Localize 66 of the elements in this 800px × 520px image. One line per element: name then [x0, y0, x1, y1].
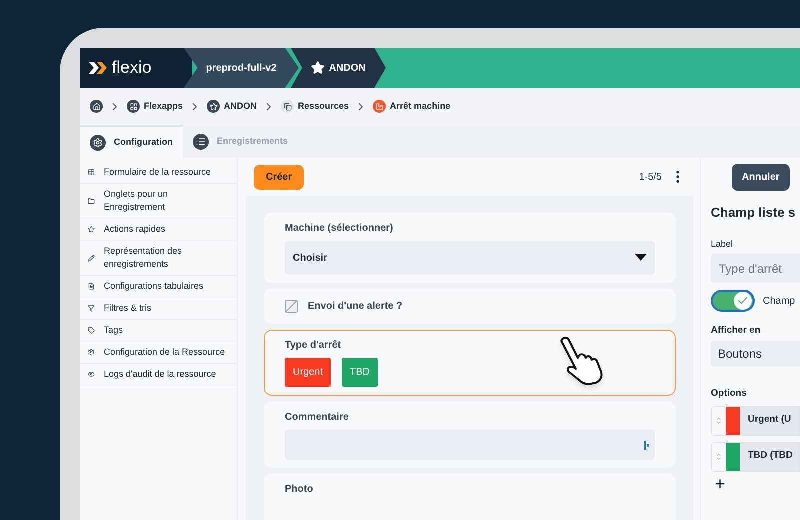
home-button[interactable] [90, 100, 103, 113]
option-button[interactable]: Urgent [285, 358, 332, 387]
text-field[interactable] [285, 430, 655, 460]
breadcrumb-link[interactable]: Flexapps [127, 100, 184, 114]
form-card[interactable]: Commentaire [264, 402, 676, 468]
resize-icon [644, 440, 649, 450]
pencil-icon [88, 254, 95, 262]
sidebar-item[interactable]: Configuration de la Ressource [80, 342, 237, 364]
copy-icon [284, 102, 292, 110]
tab[interactable]: Configuration [80, 125, 183, 158]
list-icon [196, 136, 206, 146]
option-row[interactable]: Urgent (U [711, 406, 800, 436]
breadcrumb-link[interactable]: Ressources [281, 100, 350, 114]
sidebar-item[interactable]: Tags [80, 320, 237, 342]
drag-handle-icon [715, 416, 723, 426]
factory-icon [376, 102, 384, 110]
filter-icon [88, 305, 95, 312]
display-select[interactable]: Boutons [711, 341, 800, 368]
breadcrumb-link[interactable]: Arrêt machine [373, 100, 451, 114]
field-label: Type d'arrêt [285, 339, 342, 353]
breadcrumb-link[interactable]: ANDON [207, 100, 258, 114]
panel-title: Champ liste s [711, 204, 797, 222]
toggle-label: Champ [763, 294, 796, 308]
form-card[interactable]: Machine (sélectionner) Choisir [264, 213, 676, 283]
folder-icon [88, 198, 95, 204]
field-label: Photo [285, 483, 314, 497]
sidebar-item[interactable]: Configurations tabulaires [80, 276, 237, 298]
check-icon [737, 295, 749, 307]
sidebar-item[interactable]: Formulaire de la ressource [80, 162, 237, 184]
sidebar-item[interactable]: Représentation des enregistrements [80, 241, 237, 276]
header-segment[interactable]: preprod-full-v2 [184, 48, 299, 88]
label-input[interactable]: Type d'arrêt [711, 254, 800, 283]
sidebar-item[interactable]: Onglets pour un Enregistrement [80, 184, 237, 219]
cancel-button[interactable]: Annuler [732, 164, 790, 191]
file-icon [88, 283, 95, 290]
star-icon [210, 102, 218, 110]
caret-icon [635, 254, 647, 262]
settings-icon [88, 349, 95, 356]
pagination-text: 1-5/5 [639, 170, 662, 184]
settings-icon [93, 138, 103, 148]
sidebar-item[interactable]: Filtres & tris [80, 298, 237, 320]
star-icon [88, 226, 95, 233]
star-icon [311, 61, 326, 75]
sidebar-item[interactable]: Actions rapides [80, 219, 237, 241]
field-label: Commentaire [285, 411, 350, 425]
add-option-button[interactable]: + [715, 474, 726, 494]
logo: flexio [80, 48, 192, 88]
header-segment[interactable]: ANDON [291, 48, 386, 88]
field-label: Machine (sélectionner) [285, 222, 394, 236]
logo-chevrons-icon [88, 60, 108, 76]
field-label: Afficher en [711, 324, 762, 338]
tag-icon [88, 327, 95, 334]
field-label: Label [711, 238, 734, 250]
form-card[interactable]: Photo [264, 474, 676, 520]
option-row[interactable]: TBD (TBD [711, 442, 800, 472]
field-label: Envoi d'une alerte ? [308, 300, 403, 314]
create-button[interactable]: Créer [254, 164, 304, 190]
drag-handle-icon [715, 452, 723, 462]
select-field[interactable]: Choisir [285, 241, 655, 275]
eye-icon [88, 371, 95, 378]
grid-icon [130, 102, 138, 110]
toggle-switch[interactable] [711, 290, 755, 312]
table-icon [88, 169, 95, 176]
field-label: Options [711, 387, 748, 402]
form-card[interactable]: Type d'arrêt Urgent TBD [264, 330, 676, 396]
sidebar-item[interactable]: Logs d'audit de la ressource [80, 364, 237, 386]
